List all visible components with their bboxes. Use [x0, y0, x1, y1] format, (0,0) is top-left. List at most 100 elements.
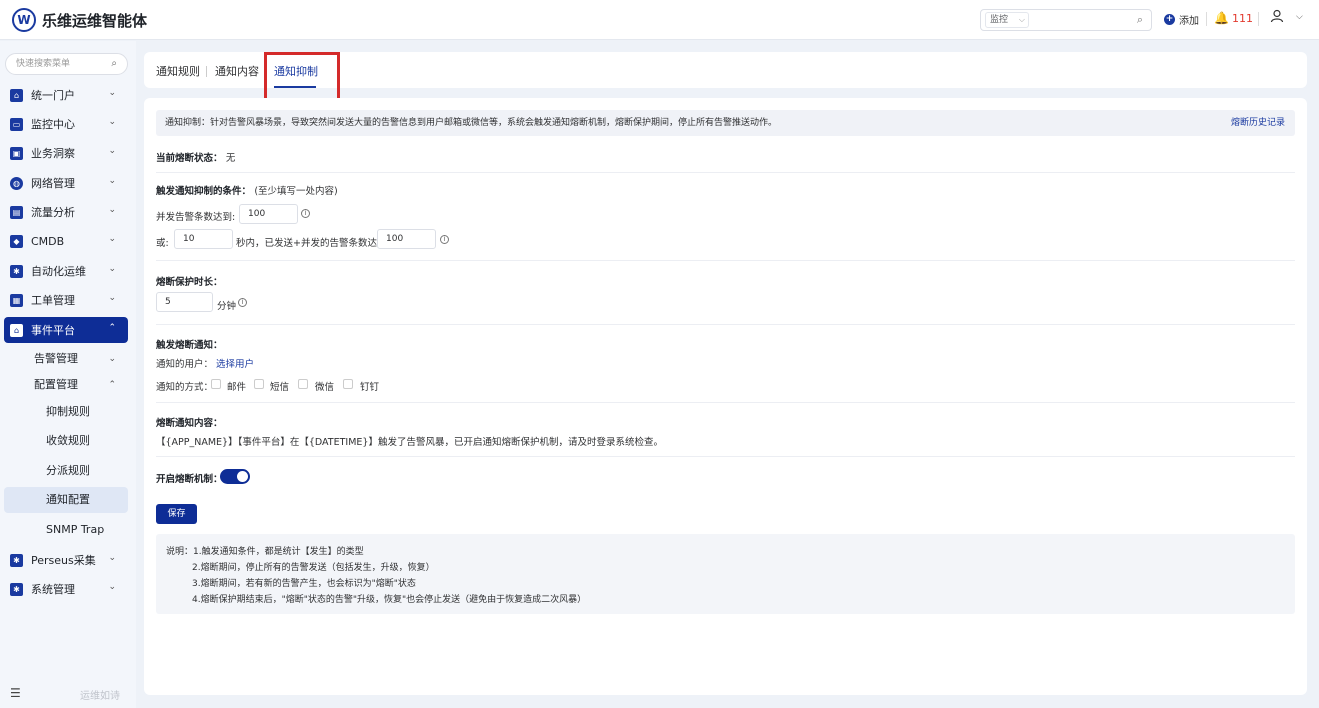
sidebar-item-perseus[interactable]: ✱ Perseus采集 ⌄ — [4, 547, 128, 573]
sidebar-item-cmdb[interactable]: ◆ CMDB ⌄ — [4, 228, 128, 254]
settings-icon: ✱ — [10, 582, 23, 596]
sidebar-item-label: 自动化运维 — [31, 265, 86, 278]
notes-panel: 说明：1.触发通知条件，都是统计【发生】的类型 2.熔断期间，停止所有的告警发送… — [156, 534, 1295, 614]
sent-count-input[interactable]: 100 — [377, 229, 436, 249]
current-status-label: 当前熔断状态： — [156, 153, 223, 164]
chevron-up-icon: ⌃ — [108, 323, 116, 333]
sidebar-item-label: 流量分析 — [31, 206, 75, 219]
sidebar-item-dispatch-rules[interactable]: 分派规则 — [4, 458, 128, 484]
wechat-checkbox[interactable] — [298, 379, 308, 389]
cube-icon: ◆ — [10, 234, 23, 248]
sidebar-item-traffic[interactable]: ▤ 流量分析 ⌄ — [4, 199, 128, 225]
sidebar-item-label: 监控中心 — [31, 118, 75, 131]
sidebar: 快速搜索菜单 ⌕ ⌂ 统一门户 ⌄ ▭ 监控中心 ⌄ ▣ 业务洞察 ⌄ ◍ 网络… — [0, 41, 136, 708]
seconds-text: 秒内，已发送+并发的告警条数达到 — [236, 238, 387, 249]
chevron-down-icon: ⌄ — [108, 293, 116, 303]
dingtalk-checkbox[interactable] — [343, 379, 353, 389]
global-search[interactable]: 监控 ⌵ ⌕ — [980, 9, 1152, 31]
concurrent-count-input[interactable]: 100 — [239, 204, 298, 224]
section-divider — [156, 172, 1295, 173]
section-divider — [156, 456, 1295, 457]
sidebar-item-label: 告警管理 — [34, 352, 78, 365]
top-header: W 乐维运维智能体 监控 ⌵ ⌕ + 添加 🔔 111 ⌵ — [0, 0, 1319, 40]
info-icon[interactable]: i — [238, 298, 247, 307]
search-icon[interactable]: ⌕ — [1137, 13, 1143, 27]
notify-methods-label: 通知的方式： — [156, 382, 214, 393]
sidebar-item-label: 收敛规则 — [46, 434, 90, 447]
wechat-label: 微信 — [315, 382, 335, 393]
sidebar-item-network[interactable]: ◍ 网络管理 ⌄ — [4, 170, 128, 196]
content-section-title: 熔断通知内容： — [156, 418, 223, 429]
sidebar-item-snmp-trap[interactable]: SNMP Trap — [4, 517, 128, 543]
sidebar-item-portal[interactable]: ⌂ 统一门户 ⌄ — [4, 82, 128, 108]
notify-content-text: 【{APP_NAME}】【事件平台】在【{DATETIME}】触发了告警风暴，已… — [156, 437, 663, 448]
note-line: 4.熔断保护期结束后，"熔断"状态的告警"升级，恢复"也会停止发送（避免由于恢复… — [192, 595, 587, 605]
sidebar-item-alert-mgmt[interactable]: 告警管理 ⌄ — [4, 346, 128, 372]
chevron-down-icon: ⌄ — [108, 553, 116, 563]
current-status: 当前熔断状态： 无 — [156, 150, 235, 164]
app-logo-icon[interactable]: W — [12, 8, 36, 32]
sms-checkbox[interactable] — [254, 379, 264, 389]
sidebar-item-label: 业务洞察 — [31, 147, 75, 160]
history-link[interactable]: 熔断历史记录 — [1231, 110, 1285, 136]
info-icon[interactable]: i — [301, 209, 310, 218]
alert-bell[interactable]: 🔔 111 — [1214, 11, 1253, 25]
sidebar-item-tickets[interactable]: ▦ 工单管理 ⌄ — [4, 287, 128, 313]
highlight-box — [264, 52, 340, 103]
seconds-input[interactable]: 10 — [174, 229, 233, 249]
search-scope-value: 监控 — [990, 15, 1009, 25]
user-avatar-icon[interactable] — [1270, 9, 1284, 27]
sidebar-item-events[interactable]: ⌂ 事件平台 ⌃ — [4, 317, 128, 343]
sidebar-item-config-mgmt[interactable]: 配置管理 ⌃ — [4, 372, 128, 398]
sidebar-item-label: 工单管理 — [31, 294, 75, 307]
bell-icon: 🔔 — [1214, 11, 1229, 25]
enable-breaker-toggle[interactable] — [220, 469, 250, 484]
sms-label: 短信 — [270, 382, 290, 393]
chevron-down-icon[interactable]: ⌵ — [1296, 12, 1303, 22]
info-banner: 通知抑制：针对告警风暴场景，导致突然间发送大量的告警信息到用户邮箱或微信等，系统… — [156, 110, 1295, 136]
info-icon[interactable]: i — [440, 235, 449, 244]
trigger-label: 触发通知抑制的条件： — [156, 186, 252, 197]
note-line: 说明：1.触发通知条件，都是统计【发生】的类型 — [166, 547, 364, 557]
sidebar-item-suppress-rules[interactable]: 抑制规则 — [4, 399, 128, 425]
chevron-down-icon: ⌄ — [108, 88, 116, 98]
suppress-settings-panel: 通知抑制：针对告警风暴场景，导致突然间发送大量的告警信息到用户邮箱或微信等，系统… — [144, 98, 1307, 695]
chevron-down-icon: ⌄ — [108, 234, 116, 244]
menu-search-input[interactable]: 快速搜索菜单 ⌕ — [5, 53, 128, 75]
toggle-knob — [237, 471, 248, 482]
or-label: 或: — [156, 238, 169, 249]
tab-notify-content[interactable]: 通知内容 — [215, 63, 259, 79]
sidebar-item-system[interactable]: ✱ 系统管理 ⌄ — [4, 576, 128, 602]
note-line: 3.熔断期间，若有新的告警产生，也会标识为"熔断"状态 — [192, 579, 416, 589]
add-button[interactable]: + 添加 — [1164, 12, 1199, 27]
home-icon: ⌂ — [10, 88, 23, 102]
sidebar-item-converge-rules[interactable]: 收敛规则 — [4, 428, 128, 454]
sidebar-item-notify-config[interactable]: 通知配置 — [4, 487, 128, 513]
sidebar-item-monitor[interactable]: ▭ 监控中心 ⌄ — [4, 111, 128, 137]
sidebar-item-label: 配置管理 — [34, 378, 78, 391]
monitor-icon: ▭ — [10, 117, 23, 131]
save-button[interactable]: 保存 — [156, 504, 197, 524]
header-divider — [1258, 12, 1259, 26]
info-text: 通知抑制：针对告警风暴场景，导致突然间发送大量的告警信息到用户邮箱或微信等，系统… — [165, 118, 778, 128]
collapse-menu-icon[interactable]: ☰ — [10, 686, 21, 700]
sidebar-item-insight[interactable]: ▣ 业务洞察 ⌄ — [4, 140, 128, 166]
sidebar-item-automation[interactable]: ✱ 自动化运维 ⌄ — [4, 258, 128, 284]
sidebar-item-label: Perseus采集 — [31, 554, 96, 567]
sidebar-item-label: SNMP Trap — [46, 523, 105, 536]
protect-duration-input[interactable]: 5 — [156, 292, 213, 312]
minutes-text: 分钟 — [217, 301, 237, 312]
enable-breaker-label: 开启熔断机制： — [156, 474, 223, 485]
sidebar-item-label: 抑制规则 — [46, 405, 90, 418]
email-checkbox[interactable] — [211, 379, 221, 389]
tab-divider — [206, 66, 207, 77]
chevron-down-icon: ⌄ — [108, 117, 116, 127]
tab-notify-rules[interactable]: 通知规则 — [156, 63, 200, 79]
section-divider — [156, 324, 1295, 325]
trigger-section-title: 触发通知抑制的条件： (至少填写一处内容) — [156, 183, 338, 197]
ticket-icon: ▦ — [10, 293, 23, 307]
concurrent-label: 并发告警条数达到: — [156, 212, 236, 223]
select-users-link[interactable]: 选择用户 — [216, 359, 254, 370]
search-scope-select[interactable]: 监控 ⌵ — [985, 12, 1029, 28]
search-icon: ⌕ — [111, 58, 117, 69]
